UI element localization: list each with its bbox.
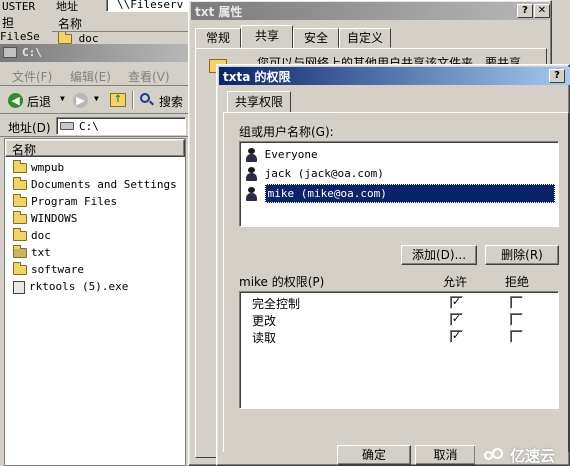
- address-label: 地址(D): [8, 121, 51, 135]
- allow-read-checkbox[interactable]: ✓: [450, 330, 463, 343]
- user-item[interactable]: jack (jack@oa.com): [244, 165, 384, 182]
- bg-header-name[interactable]: 名称: [58, 15, 82, 32]
- bg-title-fragment: 担: [2, 16, 15, 30]
- list-item[interactable]: Documents and Settings: [13, 176, 177, 193]
- folder-icon: [13, 194, 27, 207]
- user-item[interactable]: Everyone: [244, 146, 318, 163]
- bg-title-fragment: USTER: [2, 0, 36, 13]
- deny-read-checkbox[interactable]: [510, 330, 523, 343]
- menu-edit[interactable]: 编辑(E): [70, 68, 111, 85]
- list-item[interactable]: software: [13, 261, 84, 278]
- menu-bar: 文件(F) 编辑(E) 查看(V): [0, 64, 190, 86]
- tab-general[interactable]: 常规: [195, 28, 241, 48]
- deny-change-checkbox[interactable]: [510, 313, 523, 326]
- properties-title: txt 属性: [195, 5, 243, 19]
- search-button[interactable]: 搜索: [159, 93, 183, 110]
- permissions-titlebar[interactable]: txta 的权限 ?: [219, 67, 570, 85]
- bg-address-bar: 地址 \\Fileserv: [52, 0, 196, 14]
- tab-customize[interactable]: 自定义: [339, 28, 391, 48]
- folder-icon: [13, 160, 27, 173]
- permission-label: mike 的权限(P): [239, 275, 325, 289]
- forward-arrow-icon[interactable]: ▶: [73, 93, 88, 108]
- properties-titlebar[interactable]: txt 属性 ? ✕: [191, 2, 550, 20]
- add-button[interactable]: 添加(D)...: [401, 245, 477, 265]
- folder-icon: [13, 177, 27, 190]
- shared-folder-icon: [13, 245, 27, 258]
- allow-header: 允许: [443, 275, 468, 289]
- help-button[interactable]: ?: [549, 69, 565, 83]
- drive-icon: [60, 122, 74, 130]
- list-item[interactable]: wmpub: [13, 159, 64, 176]
- column-header-name[interactable]: 名称: [5, 139, 185, 157]
- watermark-text: 亿速云: [510, 447, 556, 465]
- bg-address-label: 地址: [56, 0, 78, 13]
- file-list: 名称 wmpub Documents and Settings Program …: [4, 138, 186, 466]
- folder-icon: [13, 262, 27, 275]
- cloud-logo-icon: [484, 447, 506, 461]
- ok-button[interactable]: 确定: [337, 445, 411, 465]
- deny-header: 拒绝: [505, 275, 530, 289]
- bg-title-fragment: FileSe: [0, 30, 40, 43]
- menu-file[interactable]: 文件(F): [12, 68, 52, 85]
- bg-partial-item: doc: [58, 32, 99, 44]
- bg-address-field[interactable]: \\Fileserv: [106, 0, 196, 12]
- permissions-title: txta 的权限: [223, 70, 291, 84]
- group-label: 组或用户名称(G):: [239, 125, 334, 139]
- deny-full-control-checkbox[interactable]: [510, 296, 523, 309]
- remove-button[interactable]: 删除(R): [485, 245, 559, 265]
- exe-icon: [13, 280, 25, 294]
- address-bar: 地址(D) C:\: [0, 115, 190, 137]
- permissions-dialog: txta 的权限 ? 共享权限 组或用户名称(G): Everyone jack…: [216, 64, 570, 466]
- allow-full-control-checkbox[interactable]: ✓: [450, 296, 463, 309]
- explorer-window: C:\ 文件(F) 编辑(E) 查看(V) ◀ 后退 ▼ ▶ ▼ ↑ 搜索 地址…: [0, 44, 190, 466]
- menu-view[interactable]: 查看(V): [128, 68, 170, 85]
- chevron-down-icon[interactable]: ▼: [60, 94, 65, 103]
- explorer-titlebar[interactable]: C:\: [0, 44, 190, 62]
- address-value: C:\: [79, 120, 99, 133]
- user-icon: [244, 187, 258, 201]
- list-item[interactable]: Program Files: [13, 193, 117, 210]
- list-item[interactable]: txt: [13, 244, 51, 261]
- permissions-list: 完全控制 ✓ 更改 ✓ 读取 ✓: [239, 291, 559, 409]
- watermark: 亿速云: [484, 444, 570, 465]
- perm-full-control: 完全控制: [252, 297, 301, 311]
- list-item[interactable]: doc: [13, 227, 51, 244]
- back-button[interactable]: 后退: [27, 93, 51, 110]
- perm-change: 更改: [252, 314, 277, 328]
- list-item[interactable]: WINDOWS: [13, 210, 77, 227]
- search-icon[interactable]: [140, 93, 154, 107]
- folder-icon: [13, 211, 27, 224]
- tab-sharing[interactable]: 共享: [241, 25, 293, 49]
- tab-share-permissions[interactable]: 共享权限: [227, 91, 291, 113]
- user-icon: [244, 167, 258, 181]
- users-list: Everyone jack (jack@oa.com) mike (mike@o…: [239, 141, 559, 227]
- help-button[interactable]: ?: [517, 4, 533, 18]
- back-arrow-icon[interactable]: ◀: [8, 93, 23, 108]
- cancel-button[interactable]: 取消: [415, 445, 475, 465]
- window-icon: [3, 47, 17, 58]
- toolbar: ◀ 后退 ▼ ▶ ▼ ↑ 搜索: [0, 88, 190, 114]
- folder-icon: [58, 32, 72, 44]
- explorer-title: C:\: [22, 46, 42, 59]
- user-item-selected[interactable]: mike (mike@oa.com): [244, 184, 556, 203]
- group-icon: [244, 148, 258, 162]
- column-header-label: 名称: [12, 143, 37, 157]
- toolbar-divider: [132, 91, 134, 109]
- tab-security[interactable]: 安全: [293, 28, 339, 48]
- list-item[interactable]: rktools (5).exe: [13, 278, 128, 295]
- folder-icon: [13, 228, 27, 241]
- address-field[interactable]: C:\: [56, 117, 186, 135]
- up-folder-icon[interactable]: ↑: [110, 93, 126, 107]
- bg-list-header: 名称: [52, 14, 192, 32]
- close-button[interactable]: ✕: [534, 4, 550, 18]
- chevron-down-icon[interactable]: ▼: [94, 94, 99, 103]
- perm-read: 读取: [252, 331, 277, 345]
- allow-change-checkbox[interactable]: ✓: [450, 313, 463, 326]
